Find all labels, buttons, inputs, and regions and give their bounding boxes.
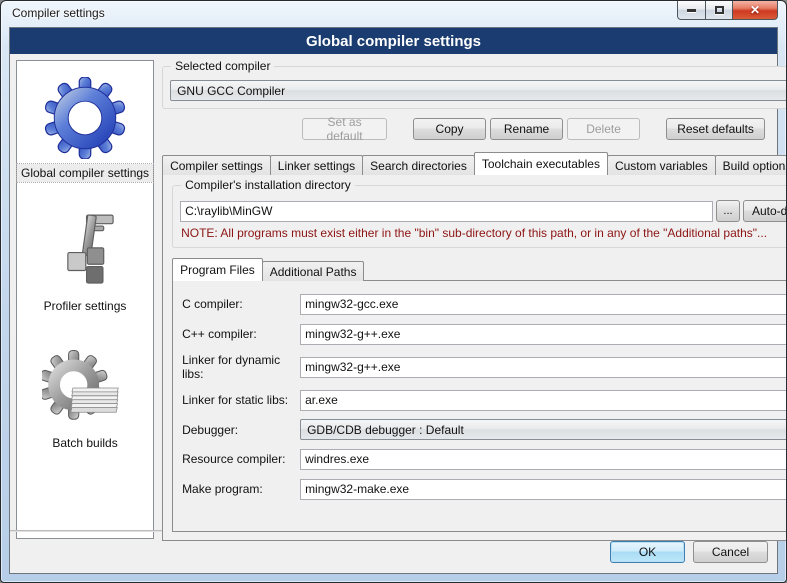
group-label: Selected compiler <box>171 59 274 73</box>
title-bar[interactable]: Compiler settings ✕ <box>1 1 786 27</box>
program-row-cpp-compiler: C++ compiler: ... <box>182 323 787 345</box>
toolchain-executables-panel: Compiler's installation directory ... Au… <box>162 174 787 541</box>
dynamic-linker-input[interactable] <box>300 357 787 378</box>
gray-gear-papers-icon <box>42 345 128 431</box>
program-row-c-compiler: C compiler: ... <box>182 293 787 315</box>
caliper-icon <box>42 208 128 294</box>
program-row-make-program: Make program: ... <box>182 478 787 500</box>
program-row-debugger: Debugger: GDB/CDB debugger : Default <box>182 419 787 440</box>
program-label: Linker for static libs: <box>182 393 300 407</box>
minimize-icon <box>687 9 696 12</box>
close-button[interactable]: ✕ <box>733 1 778 20</box>
rename-button[interactable]: Rename <box>490 118 563 140</box>
blue-gear-icon <box>42 75 128 161</box>
program-label: C++ compiler: <box>182 327 300 341</box>
settings-tabs: Compiler settings Linker settings Search… <box>162 152 787 175</box>
settings-category-list: Global compiler settings <box>16 60 154 539</box>
sidebar-item-label: Profiler settings <box>40 297 131 315</box>
delete-button[interactable]: Delete <box>567 118 640 140</box>
group-label: Compiler's installation directory <box>181 178 355 192</box>
window-title: Compiler settings <box>12 6 105 20</box>
page-title: Global compiler settings <box>10 28 777 54</box>
subtab-program-files[interactable]: Program Files <box>172 258 263 281</box>
compiler-actions: Set as default Copy Rename Delete Reset … <box>162 118 787 140</box>
c-compiler-input[interactable] <box>300 294 787 315</box>
dialog-client-area: Global compiler settings <box>9 27 778 574</box>
installation-directory-input[interactable] <box>180 201 713 222</box>
subtab-additional-paths[interactable]: Additional Paths <box>262 261 365 281</box>
sidebar-item-label: Batch builds <box>48 434 121 452</box>
auto-detect-button[interactable]: Auto-detect <box>743 200 787 222</box>
tab-custom-variables[interactable]: Custom variables <box>607 155 716 175</box>
tab-compiler-settings[interactable]: Compiler settings <box>162 155 271 175</box>
copy-button[interactable]: Copy <box>413 118 486 140</box>
program-label: C compiler: <box>182 297 300 311</box>
static-linker-input[interactable] <box>300 390 787 411</box>
cpp-compiler-input[interactable] <box>300 324 787 345</box>
program-label: Linker for dynamic libs: <box>182 353 300 381</box>
sidebar-item-global-compiler-settings[interactable]: Global compiler settings <box>17 75 153 182</box>
ok-button[interactable]: OK <box>610 541 685 563</box>
tab-search-directories[interactable]: Search directories <box>362 155 475 175</box>
make-program-input[interactable] <box>300 479 787 500</box>
close-icon: ✕ <box>750 3 760 17</box>
selected-compiler-group: Selected compiler GNU GCC Compiler <box>162 66 787 109</box>
compiler-settings-dialog: Compiler settings ✕ Global compiler sett… <box>0 0 787 583</box>
maximize-button[interactable] <box>706 1 733 20</box>
program-label: Resource compiler: <box>182 452 300 466</box>
sidebar-item-profiler-settings[interactable]: Profiler settings <box>40 208 131 315</box>
sidebar-item-label: Global compiler settings <box>17 164 153 182</box>
maximize-icon <box>715 6 724 14</box>
cancel-button[interactable]: Cancel <box>693 541 768 563</box>
program-label: Make program: <box>182 482 300 496</box>
browse-directory-button[interactable]: ... <box>716 200 740 222</box>
tab-linker-settings[interactable]: Linker settings <box>270 155 363 175</box>
tab-build-options[interactable]: Build options <box>715 155 787 175</box>
program-row-dynamic-linker: Linker for dynamic libs: ... <box>182 353 787 381</box>
minimize-button[interactable] <box>677 1 706 20</box>
tab-toolchain-executables[interactable]: Toolchain executables <box>474 152 608 175</box>
installation-directory-group: Compiler's installation directory ... Au… <box>172 185 787 248</box>
program-row-resource-compiler: Resource compiler: ... <box>182 448 787 470</box>
program-label: Debugger: <box>182 423 300 437</box>
set-as-default-button[interactable]: Set as default <box>302 118 387 140</box>
debugger-select[interactable]: GDB/CDB debugger : Default <box>300 419 787 440</box>
program-row-static-linker: Linker for static libs: ... <box>182 389 787 411</box>
installation-note: NOTE: All programs must exist either in … <box>181 226 787 240</box>
resource-compiler-input[interactable] <box>300 449 787 470</box>
program-subtabs: Program Files Additional Paths <box>172 259 787 281</box>
reset-defaults-button[interactable]: Reset defaults <box>666 118 765 140</box>
sidebar-item-batch-builds[interactable]: Batch builds <box>42 345 128 452</box>
program-files-panel: C compiler: ... C++ compiler: ... Linker… <box>172 280 787 532</box>
compiler-select[interactable]: GNU GCC Compiler <box>170 80 787 101</box>
